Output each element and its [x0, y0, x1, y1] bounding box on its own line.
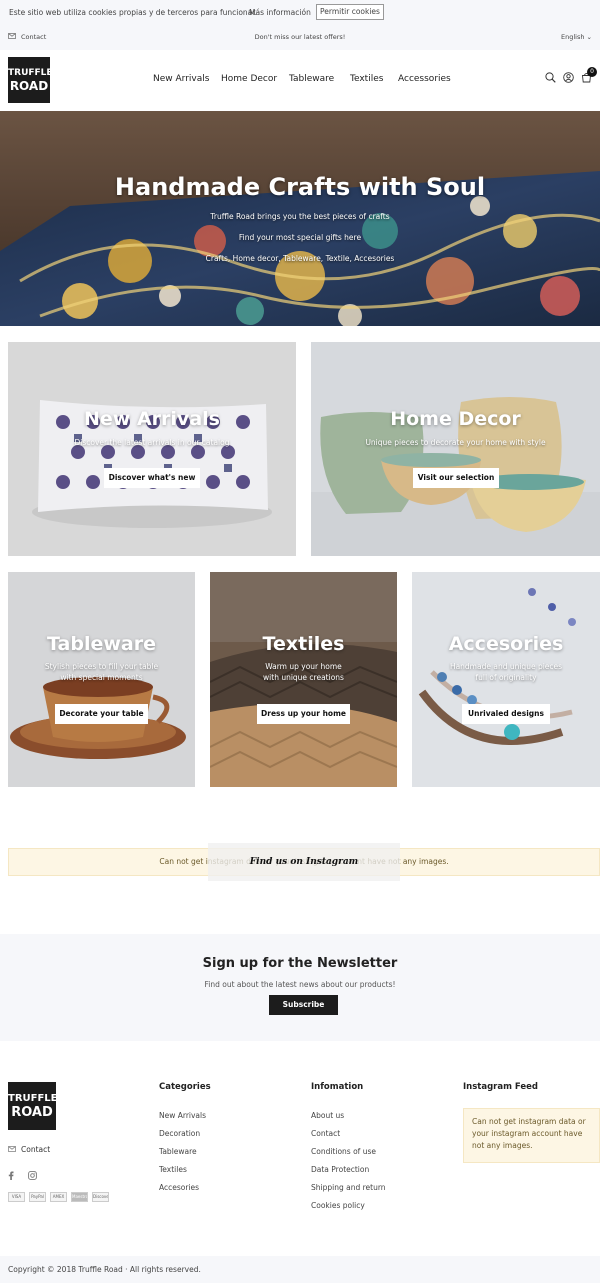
footer-information: Infomation About us Contact Conditions o…	[311, 1082, 441, 1210]
tile-subtitle-2: full of originality	[475, 673, 537, 682]
hero-line-3: Crafts, Home decor, Tableware, Textile, …	[205, 254, 395, 263]
dress-up-home-button[interactable]: Dress up your home	[257, 704, 350, 724]
tile-title: New Arrivals	[84, 408, 220, 430]
unrivaled-designs-button[interactable]: Unrivaled designs	[462, 704, 550, 724]
footer-contact-label: Contact	[21, 1145, 51, 1154]
logo[interactable]: TRUFFLE ROAD	[8, 57, 53, 103]
payment-methods: VISA PayPal AMEX Maestro Discover	[8, 1192, 109, 1202]
site-header: TRUFFLE ROAD New Arrivals Home Decor Tab…	[0, 50, 600, 111]
tile-subtitle-1: Handmade and unique pieces	[449, 662, 563, 671]
visa-icon: VISA	[8, 1192, 25, 1202]
cookie-text: Este sitio web utiliza cookies propias y…	[9, 8, 258, 17]
amex-icon: AMEX	[50, 1192, 67, 1202]
copyright-bar: Copyright © 2018 Truffle Road · All righ…	[0, 1256, 600, 1283]
footer-link-textiles[interactable]: Textiles	[159, 1165, 187, 1174]
maestro-icon: Maestro	[71, 1192, 88, 1202]
pillow-image	[8, 342, 296, 556]
tile-subtitle: Discover the latest arrivals in our cata…	[74, 438, 230, 447]
footer-instagram-warning: Can not get instagram data or your insta…	[463, 1108, 600, 1163]
copyright-text: Copyright © 2018 Truffle Road · All righ…	[8, 1265, 201, 1274]
facebook-icon[interactable]	[8, 1165, 14, 1184]
tile-subtitle-1: Warm up your home	[265, 662, 342, 671]
vases-image	[311, 342, 600, 556]
footer-information-title: Infomation	[311, 1082, 364, 1092]
footer-link-new-arrivals[interactable]: New Arrivals	[159, 1111, 206, 1120]
language-selector[interactable]: English ⌄	[561, 33, 592, 41]
footer-categories-title: Categories	[159, 1082, 211, 1092]
logo-line1: TRUFFLE	[8, 67, 53, 78]
nav-textiles[interactable]: Textiles	[350, 74, 383, 84]
footer-link-tableware[interactable]: Tableware	[159, 1147, 197, 1156]
tile-tableware[interactable]: Tableware Stylish pieces to fill your ta…	[8, 572, 195, 787]
tile-accessories[interactable]: Accesories Handmade and unique pieces fu…	[412, 572, 600, 787]
footer-link-shipping[interactable]: Shipping and return	[311, 1183, 386, 1192]
footer-link-decoration[interactable]: Decoration	[159, 1129, 200, 1138]
tile-subtitle: Unique pieces to decorate your home with…	[365, 438, 546, 447]
nav-tableware[interactable]: Tableware	[289, 74, 334, 84]
instagram-find-us-label[interactable]: Find us on Instagram	[208, 843, 400, 881]
footer-link-conditions[interactable]: Conditions of use	[311, 1147, 376, 1156]
hero-line-2: Find your most special gifts here	[238, 233, 362, 242]
top-bar: Contact Don't miss our latest offers! En…	[0, 26, 600, 50]
footer-logo-line1: TRUFFLE	[8, 1092, 58, 1104]
promo-text: Don't miss our latest offers!	[254, 33, 346, 41]
nav-new-arrivals[interactable]: New Arrivals	[153, 74, 209, 84]
footer-categories: Categories New Arrivals Decoration Table…	[159, 1082, 289, 1192]
newsletter-section: Sign up for the Newsletter Find out abou…	[0, 934, 600, 1041]
footer-contact-link[interactable]: Contact	[8, 1145, 50, 1154]
footer-link-contact[interactable]: Contact	[311, 1129, 340, 1138]
tile-title: Tableware	[47, 633, 156, 655]
cart-count-badge: 0	[587, 67, 597, 77]
hero-line-1: Truffle Road brings you the best pieces …	[210, 212, 390, 221]
mail-icon	[8, 1145, 16, 1154]
tile-subtitle-2: with unique creations	[263, 673, 344, 682]
cookie-more-info-link[interactable]: Más información	[249, 8, 311, 17]
discover-icon: Discover	[92, 1192, 109, 1202]
social-links	[8, 1165, 37, 1184]
allow-cookies-button[interactable]: Permitir cookies	[316, 4, 384, 20]
tile-title: Accesories	[448, 633, 564, 655]
search-icon[interactable]	[545, 72, 556, 83]
nav-home-decor[interactable]: Home Decor	[221, 74, 277, 84]
footer-link-cookies[interactable]: Cookies policy	[311, 1201, 365, 1210]
hero-title: Handmade Crafts with Soul	[114, 173, 486, 201]
instagram-icon[interactable]	[28, 1165, 37, 1184]
tile-textiles[interactable]: Textiles Warm up your home with unique c…	[210, 572, 397, 787]
discover-new-button[interactable]: Discover what's new	[104, 468, 200, 488]
footer-logo[interactable]: TRUFFLE ROAD	[8, 1082, 58, 1130]
tile-new-arrivals[interactable]: New Arrivals Discover the latest arrival…	[8, 342, 296, 556]
logo-line2: ROAD	[9, 78, 49, 93]
hero-banner: Handmade Crafts with Soul Truffle Road b…	[0, 111, 600, 326]
footer-instagram-title: Instagram Feed	[463, 1082, 538, 1092]
footer-link-accesories[interactable]: Accesories	[159, 1183, 199, 1192]
tile-home-decor[interactable]: Home Decor Unique pieces to decorate you…	[311, 342, 600, 556]
tile-title: Textiles	[262, 633, 345, 655]
cookie-bar: Este sitio web utiliza cookies propias y…	[0, 0, 600, 26]
footer-link-data-protection[interactable]: Data Protection	[311, 1165, 369, 1174]
tile-title: Home Decor	[390, 408, 521, 430]
newsletter-title: Sign up for the Newsletter	[202, 956, 398, 971]
tile-subtitle-1: Stylish pieces to fill your table	[44, 662, 159, 671]
tile-subtitle-2: with special moments	[60, 673, 143, 682]
footer-instagram-feed: Instagram Feed	[463, 1082, 600, 1092]
subscribe-button[interactable]: Subscribe	[269, 995, 338, 1015]
nav-accessories[interactable]: Accessories	[398, 74, 451, 84]
footer-link-about-us[interactable]: About us	[311, 1111, 344, 1120]
newsletter-subtitle: Find out about the latest news about our…	[204, 980, 396, 989]
visit-selection-button[interactable]: Visit our selection	[413, 468, 499, 488]
header-icons: 0	[545, 67, 597, 83]
cart-button[interactable]: 0	[581, 67, 597, 83]
paypal-icon: PayPal	[29, 1192, 46, 1202]
user-icon[interactable]	[563, 72, 574, 83]
footer-logo-line2: ROAD	[11, 1104, 53, 1120]
decorate-table-button[interactable]: Decorate your table	[55, 704, 148, 724]
